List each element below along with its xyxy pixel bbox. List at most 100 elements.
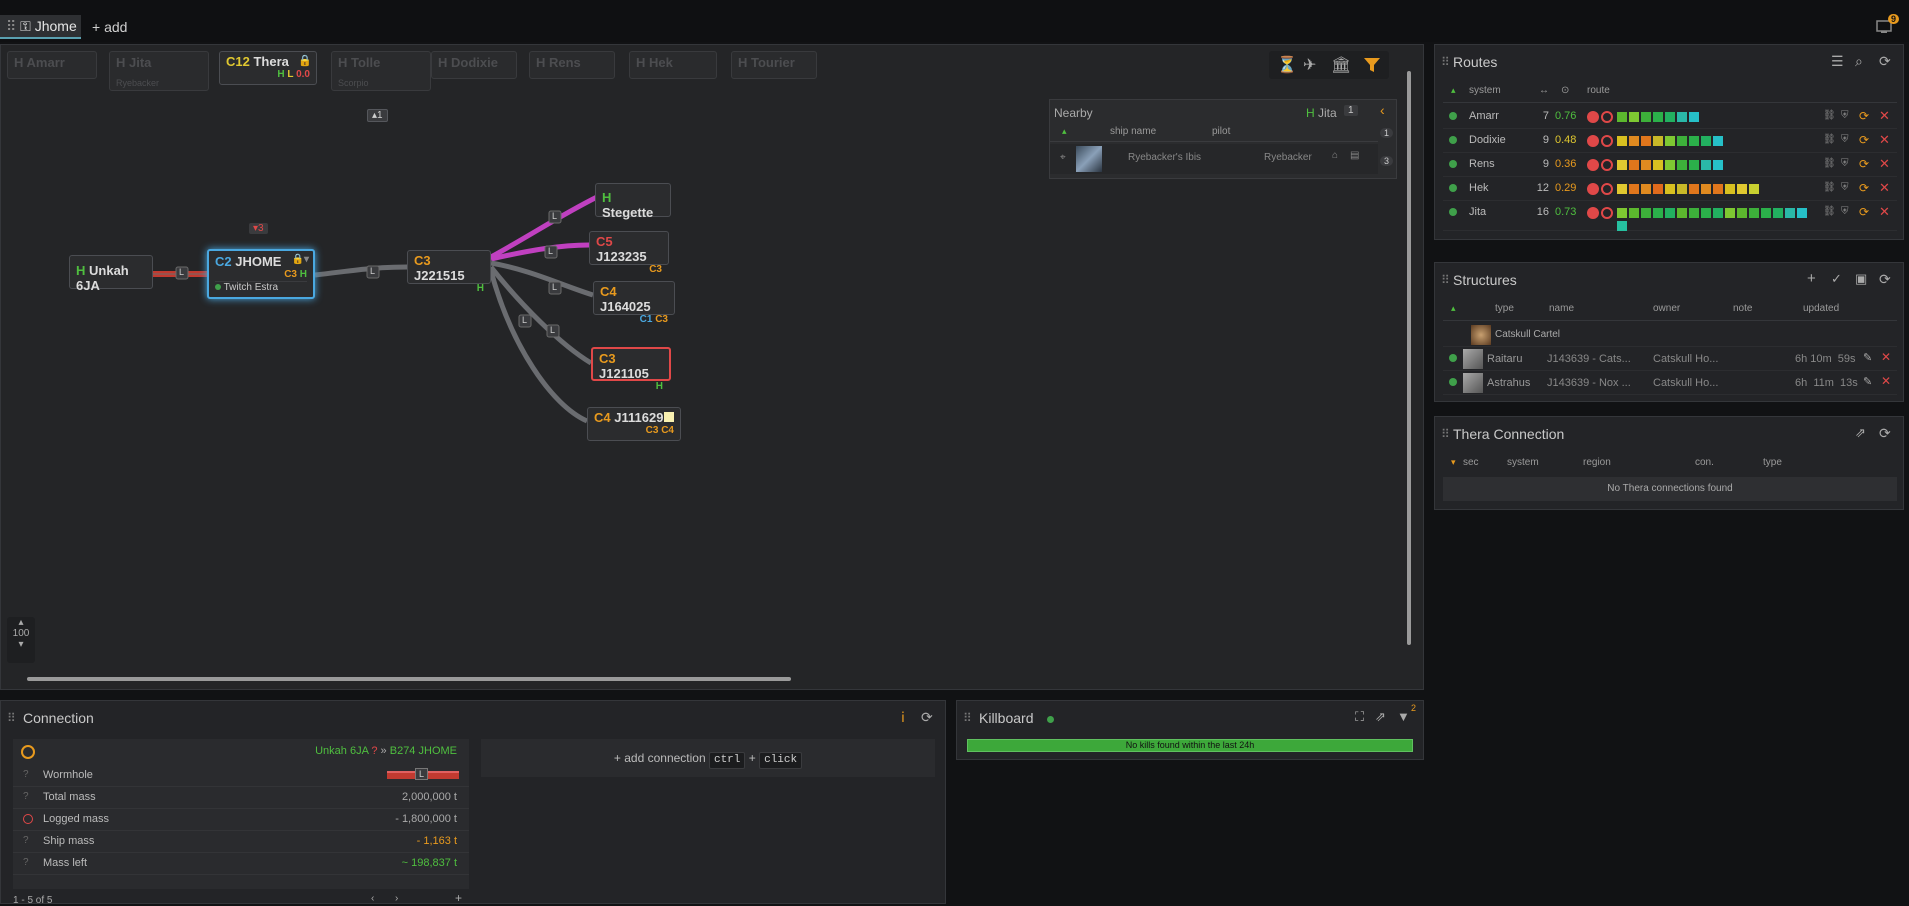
map-marker-icon[interactable]: ⛶ (1355, 709, 1364, 725)
delete-icon[interactable]: ✕ (1881, 350, 1891, 364)
grip-icon[interactable]: ⠿ (1441, 273, 1450, 287)
paste-icon[interactable]: ▣ (1855, 271, 1867, 287)
prev-page-icon[interactable]: ‹ (371, 893, 374, 904)
refresh-route-icon[interactable]: ⟳ (1859, 133, 1869, 147)
system-jhome[interactable]: C2 JHOME 🔒▾ C3 H Twitch Estra (207, 249, 315, 299)
nearby-row[interactable]: ⌖ Ryebacker's Ibis Ryebacker ⌂ ▤ (1050, 144, 1378, 174)
search-icon[interactable]: ⌕ (1855, 53, 1863, 70)
external-link-icon[interactable]: ⇗ (1375, 709, 1386, 725)
grip-icon[interactable]: ⠿ (7, 711, 16, 725)
refresh-icon[interactable]: ⟳ (1879, 271, 1891, 288)
refresh-route-icon[interactable]: ⟳ (1859, 157, 1869, 171)
killboard-panel: ⠿ Killboard ⛶ ⇗ ▼ 2 No kills found withi… (956, 700, 1424, 760)
grip-icon[interactable]: ⠿ (1441, 427, 1450, 441)
route-row[interactable]: Jita 16 0.73 ⛓ ⛨ ⟳ ✕ (1443, 201, 1897, 231)
zoom-up-icon[interactable]: ▴ (7, 617, 35, 628)
col-system[interactable]: system (1469, 85, 1501, 96)
system-j111629[interactable]: C4 J111629 C3 C4 (587, 407, 681, 441)
remove-route-icon[interactable]: ✕ (1879, 108, 1890, 124)
structure-row[interactable]: Astrahus J143639 - Nox ... Catskull Ho..… (1443, 371, 1897, 395)
route-row[interactable]: Dodixie 9 0.48 ⛓ ⛨ ⟳ ✕ (1443, 129, 1897, 153)
sort-icon[interactable]: ▴ (1062, 126, 1067, 137)
col-route[interactable]: route (1587, 85, 1610, 96)
notifications-button[interactable]: 9 (1876, 14, 1902, 38)
connections-icon[interactable]: ⛓ (1823, 206, 1836, 217)
col-type[interactable]: type (1763, 457, 1782, 468)
next-page-icon[interactable]: › (395, 893, 398, 904)
system-j221515[interactable]: C3 J221515 H (407, 250, 491, 294)
route-row[interactable]: Rens 9 0.36 ⛓ ⛨ ⟳ ✕ (1443, 153, 1897, 177)
grip-icon[interactable]: ⠿ (963, 711, 972, 725)
status-dot (1449, 184, 1457, 192)
chevron-left-icon[interactable]: ‹ (1380, 102, 1385, 118)
shield-icon[interactable]: ⛨ (1841, 134, 1849, 145)
system-stegette[interactable]: H Stegette (595, 183, 671, 220)
connections-icon[interactable]: ⛓ (1823, 158, 1836, 169)
shield-icon[interactable]: ⛨ (1841, 182, 1849, 193)
remove-route-icon[interactable]: ✕ (1879, 132, 1890, 148)
grip-icon[interactable]: ⠿ (1441, 55, 1450, 69)
connection-rows: ? Wormhole L? Total mass 2,000,000 t Logged… (13, 765, 469, 875)
horizontal-scrollbar[interactable] (15, 675, 1395, 683)
add-connection-button[interactable]: + add connection ctrl + click (481, 739, 935, 777)
sec-icon[interactable]: ⊙ (1561, 85, 1569, 96)
edit-icon[interactable]: ✎ (1863, 351, 1872, 364)
connections-icon[interactable]: ⛓ (1823, 134, 1836, 145)
system-unkah[interactable]: H Unkah 6JA (69, 255, 153, 293)
sliders-icon[interactable]: ☰ (1831, 53, 1844, 70)
sort-icon[interactable]: ▴ (1451, 85, 1456, 96)
refresh-route-icon[interactable]: ⟳ (1859, 205, 1869, 219)
shield-icon[interactable]: ⛨ (1841, 110, 1849, 121)
tab-jhome[interactable]: ⠿ ⚿ Jhome (0, 15, 81, 39)
shield-icon[interactable]: ⛨ (1841, 158, 1849, 169)
col-system[interactable]: system (1507, 457, 1539, 468)
structure-updated: 6h 11m 13s (1795, 377, 1858, 389)
system-j123235[interactable]: C5 J123235 C3 (589, 231, 669, 275)
connections-icon[interactable]: ⛓ (1823, 110, 1836, 121)
col-region[interactable]: region (1583, 457, 1611, 468)
filter-icon[interactable]: ▼ (1397, 709, 1410, 724)
remove-route-icon[interactable]: ✕ (1879, 204, 1890, 220)
external-link-icon[interactable]: ⇗ (1855, 425, 1866, 441)
scroll-thumb[interactable] (1407, 71, 1411, 645)
jumps-icon[interactable]: ↔ (1539, 85, 1549, 96)
refresh-route-icon[interactable]: ⟳ (1859, 181, 1869, 195)
col-name[interactable]: name (1549, 303, 1574, 314)
col-sec[interactable]: sec (1463, 457, 1479, 468)
zoom-control[interactable]: ▴ 100 ▾ (7, 617, 35, 663)
route-row[interactable]: Hek 12 0.29 ⛓ ⛨ ⟳ ✕ (1443, 177, 1897, 201)
col-pilot[interactable]: pilot (1212, 126, 1230, 137)
sort-icon[interactable]: ▴ (1451, 303, 1456, 314)
shield-icon[interactable]: ⛨ (1841, 206, 1849, 217)
refresh-route-icon[interactable]: ⟳ (1859, 109, 1869, 123)
map-panel[interactable]: H Amarr H Jita Ryebacker C12 Thera 🔒 H L … (0, 44, 1424, 690)
col-updated[interactable]: updated (1803, 303, 1839, 314)
signature-badge[interactable]: ▾3 (249, 223, 268, 234)
add-tab-button[interactable]: + add (92, 15, 127, 39)
structure-row[interactable]: Raitaru J143639 - Cats... Catskull Ho...… (1443, 347, 1897, 371)
col-owner[interactable]: owner (1653, 303, 1680, 314)
connections-icon[interactable]: ⛓ (1823, 182, 1836, 193)
delete-icon[interactable]: ✕ (1881, 374, 1891, 388)
refresh-icon[interactable]: ⟳ (1879, 425, 1891, 442)
refresh-icon[interactable]: ⟳ (1879, 53, 1891, 70)
zoom-down-icon[interactable]: ▾ (7, 639, 35, 650)
sort-icon[interactable]: ▾ (1451, 457, 1456, 468)
scroll-thumb[interactable] (27, 677, 791, 681)
remove-route-icon[interactable]: ✕ (1879, 180, 1890, 196)
add-row-icon[interactable]: + (455, 891, 462, 905)
col-con[interactable]: con. (1695, 457, 1714, 468)
col-note[interactable]: note (1733, 303, 1752, 314)
vertical-scrollbar[interactable] (1405, 61, 1413, 659)
col-ship[interactable]: ship name (1110, 126, 1156, 137)
col-type[interactable]: type (1495, 303, 1514, 314)
route-row[interactable]: Amarr 7 0.76 ⛓ ⛨ ⟳ ✕ (1443, 105, 1897, 129)
refresh-icon[interactable]: ⟳ (921, 709, 933, 726)
edit-icon[interactable]: ✎ (1863, 375, 1872, 388)
plus-icon[interactable]: + (1807, 270, 1816, 287)
info-icon[interactable]: ⅰ (901, 709, 905, 726)
check-icon[interactable]: ✓ (1831, 271, 1842, 287)
system-j121105[interactable]: C3 J121105 H (591, 347, 671, 392)
remove-route-icon[interactable]: ✕ (1879, 156, 1890, 172)
system-j164025[interactable]: C4 J164025 C1 C3 (593, 281, 675, 325)
